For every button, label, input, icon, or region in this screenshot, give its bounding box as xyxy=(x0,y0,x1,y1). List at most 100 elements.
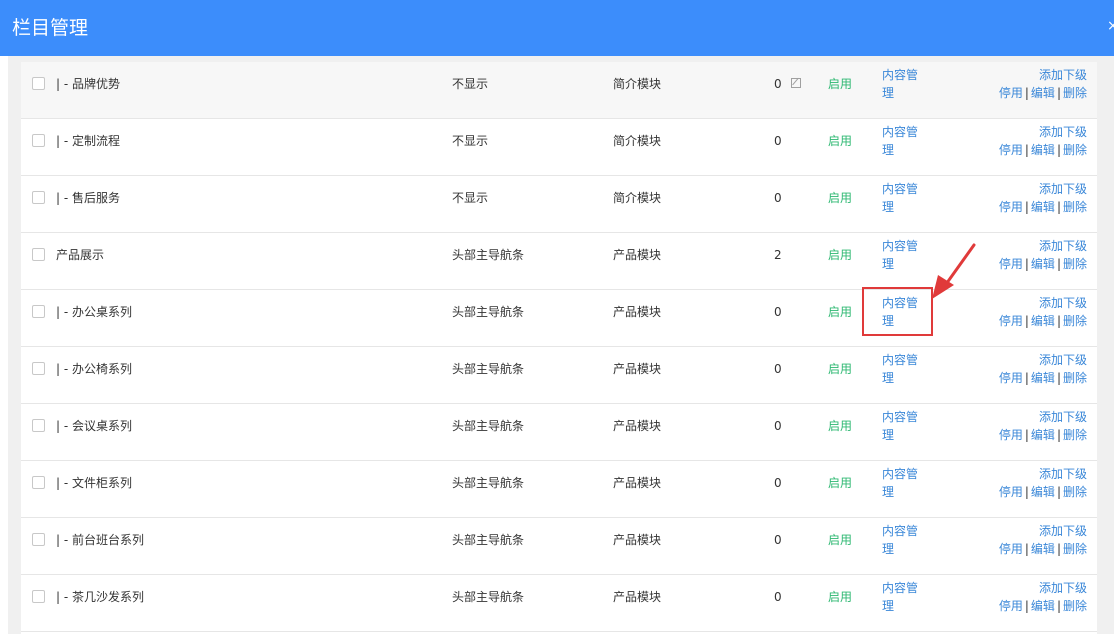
add-child-link[interactable]: 添加下级 xyxy=(1039,524,1087,538)
edit-link[interactable]: 编辑 xyxy=(1031,257,1055,271)
item-count: 0 xyxy=(774,362,782,376)
category-name: | - 定制流程 xyxy=(56,134,121,148)
disable-link[interactable]: 停用 xyxy=(999,485,1023,499)
content-manage-link[interactable]: 内容管理 xyxy=(882,237,922,273)
content-manage-link[interactable]: 内容管理 xyxy=(882,351,922,387)
edit-link[interactable]: 编辑 xyxy=(1031,143,1055,157)
edit-link[interactable]: 编辑 xyxy=(1031,542,1055,556)
table-row: | - 办公椅系列 头部主导航条 产品模块 0 启用 内容管理 添加下级 停用 | 编辑 | 删除 xyxy=(21,347,1097,404)
separator: | xyxy=(1024,86,1029,100)
add-child-link[interactable]: 添加下级 xyxy=(1039,296,1087,310)
nav-position: 不显示 xyxy=(452,77,489,91)
delete-link[interactable]: 删除 xyxy=(1063,86,1087,100)
disable-link[interactable]: 停用 xyxy=(999,428,1023,442)
row-actions: 添加下级 停用 | 编辑 | 删除 xyxy=(999,465,1087,501)
disable-link[interactable]: 停用 xyxy=(999,542,1023,556)
edit-link[interactable]: 编辑 xyxy=(1031,200,1055,214)
nav-position: 不显示 xyxy=(452,191,489,205)
edit-link[interactable]: 编辑 xyxy=(1031,485,1055,499)
row-checkbox[interactable] xyxy=(32,305,45,318)
row-checkbox[interactable] xyxy=(32,476,45,489)
edit-link[interactable]: 编辑 xyxy=(1031,371,1055,385)
separator: | xyxy=(1024,371,1029,385)
row-checkbox[interactable] xyxy=(32,191,45,204)
disable-link[interactable]: 停用 xyxy=(999,200,1023,214)
add-child-link[interactable]: 添加下级 xyxy=(1039,353,1087,367)
module-type: 产品模块 xyxy=(613,248,662,262)
status-badge: 启用 xyxy=(828,590,853,604)
row-checkbox[interactable] xyxy=(32,419,45,432)
module-type: 简介模块 xyxy=(613,77,662,91)
nav-position: 不显示 xyxy=(452,134,489,148)
add-child-link[interactable]: 添加下级 xyxy=(1039,182,1087,196)
edit-link[interactable]: 编辑 xyxy=(1031,599,1055,613)
nav-position: 头部主导航条 xyxy=(452,533,525,547)
category-name: | - 办公椅系列 xyxy=(56,362,133,376)
content-manage-link[interactable]: 内容管理 xyxy=(882,180,922,216)
separator: | xyxy=(1056,485,1061,499)
add-child-link[interactable]: 添加下级 xyxy=(1039,467,1087,481)
module-type: 产品模块 xyxy=(613,305,662,319)
row-checkbox[interactable] xyxy=(32,77,45,90)
item-count: 0 xyxy=(774,419,782,433)
disable-link[interactable]: 停用 xyxy=(999,86,1023,100)
delete-link[interactable]: 删除 xyxy=(1063,257,1087,271)
content-manage-link[interactable]: 内容管理 xyxy=(882,123,922,159)
row-actions: 添加下级 停用 | 编辑 | 删除 xyxy=(999,237,1087,273)
content-manage-link[interactable]: 内容管理 xyxy=(882,579,922,615)
disable-link[interactable]: 停用 xyxy=(999,371,1023,385)
delete-link[interactable]: 删除 xyxy=(1063,371,1087,385)
delete-link[interactable]: 删除 xyxy=(1063,143,1087,157)
category-name: | - 会议桌系列 xyxy=(56,419,133,433)
row-checkbox[interactable] xyxy=(32,533,45,546)
item-count: 0 xyxy=(774,305,782,319)
content-manage-link[interactable]: 内容管理 xyxy=(882,66,922,102)
status-badge: 启用 xyxy=(828,134,853,148)
disable-link[interactable]: 停用 xyxy=(999,143,1023,157)
table-row: | - 茶几沙发系列 头部主导航条 产品模块 0 启用 内容管理 添加下级 停用 | 编辑 | 删除 xyxy=(21,575,1097,632)
separator: | xyxy=(1056,143,1061,157)
disable-link[interactable]: 停用 xyxy=(999,599,1023,613)
content-manage-link[interactable]: 内容管理 xyxy=(882,522,922,558)
delete-link[interactable]: 删除 xyxy=(1063,599,1087,613)
separator: | xyxy=(1024,428,1029,442)
disable-link[interactable]: 停用 xyxy=(999,314,1023,328)
delete-link[interactable]: 删除 xyxy=(1063,485,1087,499)
item-count: 0 xyxy=(774,191,782,205)
page-title: 栏目管理 xyxy=(12,17,89,39)
separator: | xyxy=(1056,314,1061,328)
add-child-link[interactable]: 添加下级 xyxy=(1039,239,1087,253)
row-actions: 添加下级 停用 | 编辑 | 删除 xyxy=(999,408,1087,444)
disable-link[interactable]: 停用 xyxy=(999,257,1023,271)
row-checkbox[interactable] xyxy=(32,248,45,261)
content-manage-link[interactable]: 内容管理 xyxy=(882,408,922,444)
row-checkbox[interactable] xyxy=(32,134,45,147)
edit-count-icon[interactable] xyxy=(791,78,801,88)
nav-position: 头部主导航条 xyxy=(452,362,525,376)
edit-link[interactable]: 编辑 xyxy=(1031,428,1055,442)
status-badge: 启用 xyxy=(828,191,853,205)
row-checkbox[interactable] xyxy=(32,590,45,603)
separator: | xyxy=(1024,599,1029,613)
nav-position: 头部主导航条 xyxy=(452,590,525,604)
separator: | xyxy=(1056,599,1061,613)
separator: | xyxy=(1056,428,1061,442)
delete-link[interactable]: 删除 xyxy=(1063,314,1087,328)
content-manage-link[interactable]: 内容管理 xyxy=(882,465,922,501)
add-child-link[interactable]: 添加下级 xyxy=(1039,68,1087,82)
category-name: | - 售后服务 xyxy=(56,191,121,205)
add-child-link[interactable]: 添加下级 xyxy=(1039,410,1087,424)
delete-link[interactable]: 删除 xyxy=(1063,542,1087,556)
add-child-link[interactable]: 添加下级 xyxy=(1039,125,1087,139)
delete-link[interactable]: 删除 xyxy=(1063,428,1087,442)
close-icon[interactable]: × xyxy=(1107,16,1114,36)
delete-link[interactable]: 删除 xyxy=(1063,200,1087,214)
row-actions: 添加下级 停用 | 编辑 | 删除 xyxy=(999,123,1087,159)
row-checkbox[interactable] xyxy=(32,362,45,375)
edit-link[interactable]: 编辑 xyxy=(1031,86,1055,100)
nav-position: 头部主导航条 xyxy=(452,419,525,433)
add-child-link[interactable]: 添加下级 xyxy=(1039,581,1087,595)
table-row: | - 售后服务 不显示 简介模块 0 启用 内容管理 添加下级 停用 | 编辑 | 删除 xyxy=(21,176,1097,233)
edit-link[interactable]: 编辑 xyxy=(1031,314,1055,328)
status-badge: 启用 xyxy=(828,533,853,547)
